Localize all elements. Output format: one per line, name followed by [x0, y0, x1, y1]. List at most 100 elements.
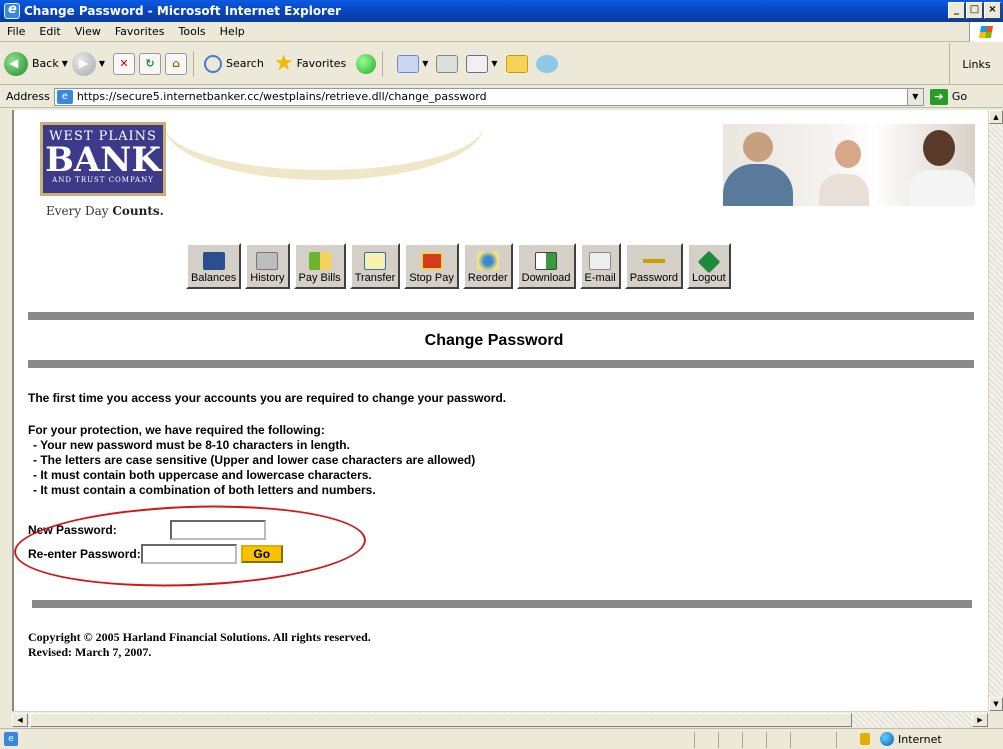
reenter-password-label: Re-enter Password:	[28, 547, 141, 561]
nav-reorder-button[interactable]: Reorder	[462, 243, 513, 289]
nav-label: Reorder	[467, 272, 508, 284]
horizontal-scroll-thumb[interactable]	[30, 713, 852, 727]
security-zone: Internet	[860, 732, 942, 746]
requirement-item: - It must contain a combination of both …	[33, 483, 376, 497]
menu-tools[interactable]: Tools	[172, 25, 213, 38]
status-pane	[718, 732, 719, 748]
menu-help[interactable]: Help	[213, 25, 252, 38]
new-password-field[interactable]	[170, 520, 266, 540]
stop-pay-icon	[420, 252, 443, 270]
address-go-label: Go	[951, 90, 968, 103]
search-button[interactable]: Search	[204, 54, 264, 73]
requirement-item: - Your new password must be 8-10 charact…	[33, 438, 350, 452]
reorder-icon	[476, 252, 499, 270]
revised-date: Revised: March 7, 2007.	[28, 645, 152, 659]
menu-favorites[interactable]: Favorites	[108, 25, 172, 38]
tagline-bold: Counts.	[112, 204, 164, 218]
horizontal-scrollbar[interactable]: ◀ ▶	[12, 711, 988, 727]
requirement-item: - It must contain both uppercase and low…	[33, 468, 372, 482]
address-url: https://secure5.internetbanker.cc/westpl…	[76, 90, 487, 103]
close-button[interactable]: ×	[984, 2, 1001, 19]
status-pane	[694, 732, 695, 748]
stop-button[interactable]: ✕	[113, 52, 136, 75]
logo-line-2: BANK	[45, 140, 161, 180]
refresh-button[interactable]: ↻	[139, 52, 162, 75]
divider-top	[28, 312, 974, 320]
address-input[interactable]: e https://secure5.internetbanker.cc/west…	[53, 87, 924, 106]
requirement-item: - The letters are case sensitive (Upper …	[33, 453, 476, 467]
nav-label: History	[250, 272, 285, 284]
window-title-bar[interactable]: Change Password - Microsoft Internet Exp…	[0, 0, 1003, 22]
back-dropdown-icon[interactable]: ▼	[62, 59, 68, 68]
intro-text: The first time you access your accounts …	[28, 391, 507, 405]
links-bar[interactable]: Links	[949, 43, 1003, 85]
protection-heading: For your protection, we have required th…	[28, 423, 325, 437]
media-icon[interactable]	[356, 53, 377, 74]
header-photo	[723, 124, 975, 206]
scroll-left-icon[interactable]: ◀	[12, 713, 28, 727]
zone-label: Internet	[898, 732, 942, 746]
reenter-password-field[interactable]	[140, 544, 237, 564]
key-icon	[642, 252, 665, 270]
vertical-scrollbar[interactable]: ▲ ▼	[988, 110, 1003, 711]
scroll-right-icon[interactable]: ▶	[972, 713, 988, 727]
folder-icon[interactable]	[505, 54, 528, 73]
nav-transfer-button[interactable]: Transfer	[349, 243, 401, 289]
edit-dropdown-icon[interactable]: ▼	[491, 59, 497, 68]
nav-history-button[interactable]: History	[245, 243, 290, 289]
nav-stop-pay-button[interactable]: Stop Pay	[404, 243, 459, 289]
nav-password-button[interactable]: Password	[624, 243, 684, 289]
stop-icon: ✕	[113, 52, 136, 75]
address-dropdown-icon[interactable]: ▼	[906, 88, 923, 105]
new-password-label: New Password:	[28, 523, 117, 537]
scroll-up-icon[interactable]: ▲	[989, 110, 1003, 124]
favorites-button[interactable]: ★ Favorites	[273, 50, 347, 76]
address-go-button[interactable]: ➔ Go	[929, 88, 968, 105]
page-icon: e	[56, 89, 73, 104]
balances-icon	[202, 252, 225, 270]
messenger-icon[interactable]	[535, 54, 558, 73]
forward-dropdown-icon[interactable]: ▼	[99, 59, 105, 68]
refresh-icon: ↻	[139, 52, 162, 75]
forward-button[interactable]: ▼	[71, 51, 105, 76]
favorites-label: Favorites	[296, 57, 347, 70]
footer: Copyright © 2005 Harland Financial Solut…	[28, 630, 371, 660]
home-button[interactable]: ⌂	[165, 52, 188, 75]
back-button[interactable]: Back ▼	[4, 51, 68, 76]
nav-label: Stop Pay	[409, 272, 454, 284]
go-button[interactable]: Go	[240, 545, 283, 563]
home-icon: ⌂	[165, 52, 188, 75]
new-password-row: New Password:	[28, 520, 266, 540]
search-icon	[204, 54, 223, 73]
nav-logout-button[interactable]: Logout	[687, 243, 731, 289]
logo-line-3: AND TRUST COMPANY	[52, 176, 154, 184]
status-bar: e Internet	[0, 728, 1003, 749]
bank-nav-bar: Balances History Pay Bills Transfer Stop…	[186, 243, 731, 289]
mail-dropdown-icon[interactable]: ▼	[422, 59, 428, 68]
nav-email-button[interactable]: E-mail	[579, 243, 621, 289]
divider-bottom	[32, 600, 972, 608]
minimize-button[interactable]: _	[948, 2, 965, 19]
address-bar: Address e https://secure5.internetbanker…	[0, 86, 1003, 108]
favorites-star-icon: ★	[273, 50, 294, 76]
scroll-down-icon[interactable]: ▼	[989, 697, 1003, 711]
menu-file[interactable]: File	[0, 25, 32, 38]
history-icon	[256, 252, 279, 270]
menu-edit[interactable]: Edit	[32, 25, 67, 38]
menu-view[interactable]: View	[68, 25, 108, 38]
nav-label: Balances	[191, 272, 237, 284]
nav-label: Password	[629, 272, 679, 284]
tagline-prefix: Every Day	[46, 204, 109, 218]
nav-label: E-mail	[584, 272, 616, 284]
internet-globe-icon	[880, 732, 894, 746]
maximize-button[interactable]: □	[966, 2, 983, 19]
nav-download-button[interactable]: Download	[516, 243, 576, 289]
print-icon[interactable]	[436, 54, 459, 73]
nav-label: Transfer	[354, 272, 396, 284]
mail-icon[interactable]	[397, 54, 420, 73]
nav-balances-button[interactable]: Balances	[186, 243, 242, 289]
lock-icon	[860, 733, 870, 745]
download-icon	[535, 252, 558, 270]
edit-word-icon[interactable]	[466, 54, 489, 73]
nav-pay-bills-button[interactable]: Pay Bills	[293, 243, 346, 289]
